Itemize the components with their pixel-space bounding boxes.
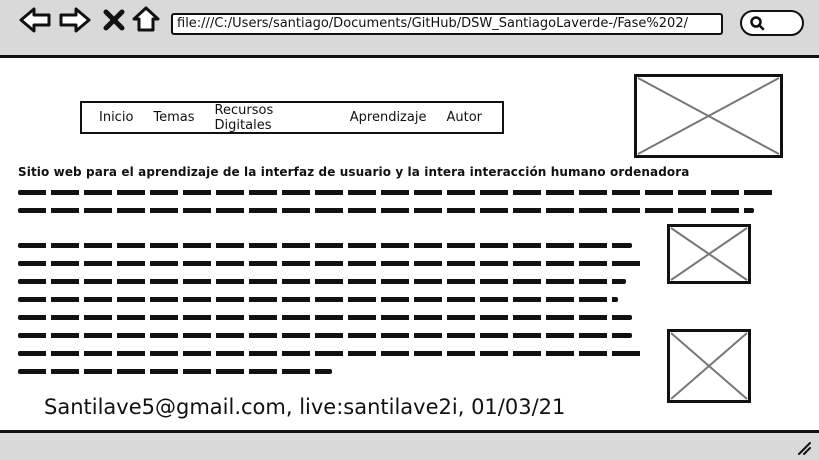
resize-grip-icon[interactable] bbox=[797, 441, 811, 455]
search-box[interactable] bbox=[740, 10, 804, 36]
text-placeholder-line bbox=[18, 190, 774, 195]
nav-item-aprendizaje[interactable]: Aprendizaje bbox=[350, 110, 427, 125]
image-placeholder-header bbox=[634, 74, 783, 158]
text-placeholder-line bbox=[18, 351, 642, 356]
page-content: Inicio Temas Recursos Digitales Aprendiz… bbox=[0, 58, 819, 430]
text-placeholder-line bbox=[18, 315, 632, 320]
browser-window: file:///C:/Users/santiago/Documents/GitH… bbox=[0, 0, 819, 460]
contact-footer: Santilave5@gmail.com, live:santilave2i, … bbox=[44, 395, 566, 419]
text-placeholder-line bbox=[18, 279, 626, 284]
nav-item-temas[interactable]: Temas bbox=[153, 110, 194, 125]
page-headline: Sitio web para el aprendizaje de la inte… bbox=[18, 165, 690, 179]
close-icon[interactable] bbox=[103, 9, 125, 31]
main-navigation: Inicio Temas Recursos Digitales Aprendiz… bbox=[80, 101, 504, 134]
text-placeholder-line bbox=[18, 208, 754, 213]
image-placeholder-side-2 bbox=[667, 329, 751, 403]
text-placeholder-line bbox=[18, 261, 642, 266]
nav-item-recursos-digitales[interactable]: Recursos Digitales bbox=[215, 103, 330, 133]
browser-toolbar: file:///C:/Users/santiago/Documents/GitH… bbox=[0, 0, 819, 58]
text-placeholder-line bbox=[18, 369, 332, 374]
image-placeholder-side-1 bbox=[667, 224, 751, 284]
home-icon[interactable] bbox=[132, 5, 160, 33]
forward-icon[interactable] bbox=[58, 6, 92, 34]
text-placeholder-line bbox=[18, 333, 632, 338]
nav-item-autor[interactable]: Autor bbox=[446, 110, 482, 125]
address-bar[interactable]: file:///C:/Users/santiago/Documents/GitH… bbox=[171, 13, 723, 35]
browser-statusbar bbox=[0, 430, 819, 460]
search-icon bbox=[750, 16, 765, 31]
nav-item-inicio[interactable]: Inicio bbox=[99, 110, 133, 125]
text-placeholder-line bbox=[18, 243, 632, 248]
back-icon[interactable] bbox=[18, 6, 52, 34]
text-placeholder-line bbox=[18, 297, 618, 302]
